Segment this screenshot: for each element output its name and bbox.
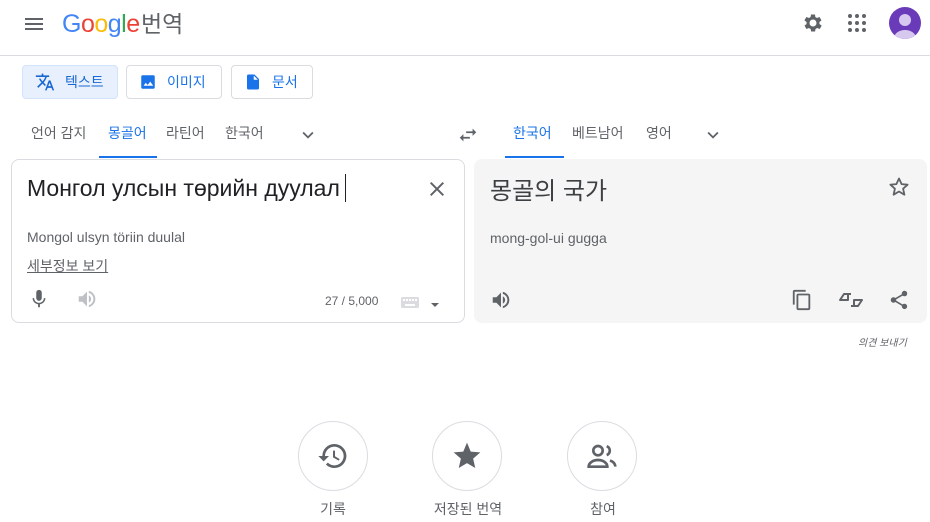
mode-button-document[interactable]: 문서 [231,65,313,99]
source-more-langs-chevron-down-icon[interactable] [297,124,319,151]
save-star-icon[interactable] [887,175,911,204]
saved-translations-label: 저장된 번역 [433,501,503,517]
translation-text: 몽골의 국가 [490,178,608,205]
clear-text-close-icon[interactable] [425,177,449,206]
target-lang-english[interactable]: 영어 [646,116,672,158]
source-lang-korean[interactable]: 한국어 [225,116,264,158]
character-count: 27 / 5,000 [325,294,379,308]
image-icon [141,75,155,89]
details-link[interactable]: 세부정보 보기 [27,256,108,276]
top-app-bar: Google 번역 [0,0,930,56]
star-icon [453,442,481,468]
source-lang-mongolian[interactable]: 몽골어 [99,116,157,158]
source-text-input[interactable]: Монгол улсын төрийн дуулал [27,174,346,202]
app-name: 번역 [141,11,184,37]
keyboard-icon[interactable] [400,294,420,315]
logo-letter: e [126,10,140,38]
source-speaker-icon[interactable] [76,288,98,315]
mode-button-image[interactable]: 이미지 [126,65,222,99]
input-tools-chevron-down-icon[interactable] [429,297,441,315]
source-text-value: Монгол улсын төрийн дуулал [27,175,340,201]
source-lang-latin[interactable]: 라틴어 [166,116,205,158]
text-caret [344,174,346,202]
saved-translations-button[interactable] [432,421,502,491]
mode-button-text[interactable]: 텍스트 [22,65,118,99]
target-lang-korean[interactable]: 한국어 [505,116,564,158]
history-button[interactable] [298,421,368,491]
send-feedback-link[interactable]: 의견 보내기 [858,334,907,349]
document-icon [247,74,259,90]
source-transliteration: Mongol ulsyn töriin duulal [27,229,185,245]
logo-letter: o [94,10,108,38]
microphone-icon[interactable] [28,288,50,315]
people-icon [587,444,617,468]
menu-icon[interactable] [22,12,46,36]
translation-speaker-icon[interactable] [490,289,512,316]
mode-label: 텍스트 [65,74,104,90]
target-lang-vietnamese[interactable]: 베트남어 [572,116,624,158]
copy-icon[interactable] [791,289,813,316]
community-label: 참여 [590,501,616,517]
share-icon[interactable] [888,289,910,316]
logo-letter: g [107,10,122,38]
community-button[interactable] [567,421,637,491]
rate-translation-icon[interactable] [838,288,864,317]
history-icon [318,443,347,468]
logo-letter: G [62,10,81,38]
mode-label: 이미지 [167,74,206,90]
google-logo[interactable]: Google [62,9,140,39]
settings-gear-icon[interactable] [801,11,825,35]
swap-languages-icon[interactable] [457,124,479,151]
mode-label: 문서 [272,74,298,90]
account-avatar[interactable] [889,7,921,39]
target-more-langs-chevron-down-icon[interactable] [702,124,724,151]
translation-transliteration: mong-gol-ui gugga [490,230,607,246]
apps-grid-icon[interactable] [845,11,869,35]
history-label: 기록 [320,501,346,517]
logo-letter: o [80,10,95,38]
translate-icon [35,73,55,91]
source-lang-detect[interactable]: 언어 감지 [31,116,86,158]
